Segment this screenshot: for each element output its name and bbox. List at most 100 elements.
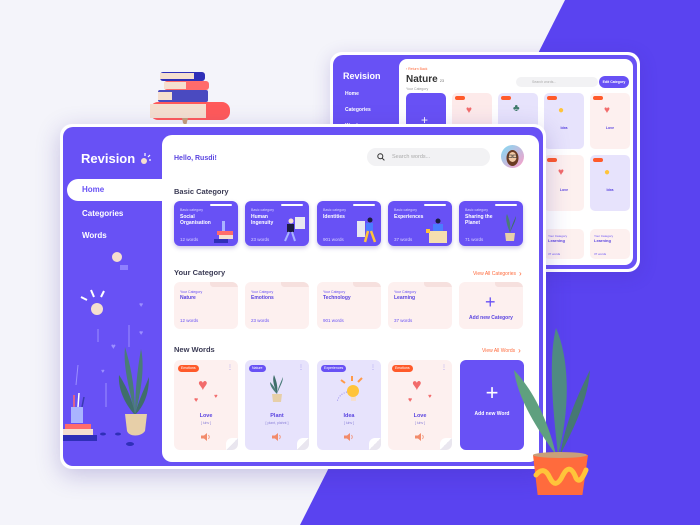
word-tag: Emotions (178, 365, 199, 372)
card-count: 23 words (251, 318, 270, 323)
word-card[interactable]: Nature ⋮ Plant [ plant, plahnt ] (245, 360, 309, 450)
card-label: Basic category (251, 208, 274, 212)
svg-text:♥: ♥ (198, 377, 208, 394)
edit-category-button[interactable]: Edit Category (599, 76, 629, 88)
back-tag (593, 158, 603, 162)
back-search-input[interactable]: Search words... (516, 77, 598, 87)
back-tag (501, 96, 511, 100)
your-category-card[interactable]: Your Category Technology 901 words (317, 282, 381, 329)
svg-text:♥: ♥ (111, 342, 116, 351)
word-pronunciation: [ luhv ] (343, 421, 355, 425)
card-label: Your Category (323, 290, 346, 294)
back-word-card[interactable]: ♥ Love (590, 93, 630, 149)
speaker-icon[interactable] (415, 433, 425, 441)
card-name: Sharing the Planet (465, 214, 493, 226)
word-tag: Experiences (321, 365, 347, 372)
card-name: Learning (394, 295, 416, 301)
card-label: Basic category (465, 208, 488, 212)
svg-text:♥: ♥ (139, 330, 143, 337)
heart-icon: ♥ (604, 105, 610, 116)
speaker-icon[interactable] (201, 433, 211, 441)
back-nav-home[interactable]: Home (345, 91, 359, 97)
basic-category-card[interactable]: Basic category Experiences 37 words (388, 201, 452, 246)
more-options-icon[interactable]: ⋮ (441, 364, 447, 371)
word-card[interactable]: Experiences ⋮ Idea [ luhv ] (317, 360, 381, 450)
back-learning-card[interactable]: Your Category Learning 37 words (590, 229, 630, 259)
your-category-card[interactable]: Your Category Nature 12 words (174, 282, 238, 329)
svg-text:♥: ♥ (214, 394, 218, 400)
back-nav-categories[interactable]: Categories (345, 107, 371, 113)
books-pencil-icon (214, 221, 233, 243)
word-pronunciation: [ plant, plahnt ] (265, 421, 289, 425)
more-options-icon[interactable]: ⋮ (298, 364, 304, 371)
word-name: Plant (270, 413, 284, 419)
back-logo: Revision (343, 71, 381, 81)
card-name: Social Organisation (180, 214, 211, 226)
lightbulb-icon (336, 376, 363, 403)
heart-icon: ♥♥ ♥ (194, 377, 218, 404)
large-plant-illustration (514, 328, 590, 495)
card-count: 37 words (394, 237, 413, 242)
sidebar-item-home[interactable]: Home (67, 179, 163, 201)
search-input[interactable]: Search words... (367, 148, 490, 166)
card-count: 901 words (323, 318, 344, 323)
view-all-categories-link[interactable]: View All Categories › (473, 269, 522, 278)
word-card[interactable]: Emotions ⋮ ♥ ♥ ♥ Love [ luhv ] (388, 360, 452, 450)
basic-category-card[interactable]: Basic category Identities 901 words (317, 201, 381, 246)
new-words-title: New Words (174, 345, 215, 354)
more-options-icon[interactable]: ⋮ (227, 364, 233, 371)
plant-illustration (118, 347, 149, 436)
svg-text:♥: ♥ (408, 397, 412, 404)
speaker-icon[interactable] (344, 433, 354, 441)
back-tag (547, 158, 557, 162)
potted-plant-icon (505, 214, 516, 241)
person-whiteboard-icon (284, 217, 305, 242)
basic-category-card[interactable]: Basic category Sharing the Planet 71 words (459, 201, 523, 246)
heart-icon: ♥ (466, 105, 472, 116)
lightbulb-icon: ● (558, 105, 565, 116)
chevron-right-icon: › (519, 269, 522, 278)
user-avatar-icon (506, 150, 519, 166)
your-category-card[interactable]: Your Category Emotions 23 words (245, 282, 309, 329)
avatar[interactable] (501, 145, 524, 168)
back-word-card[interactable]: ♥ Love (544, 155, 584, 211)
svg-text:♥: ♥ (428, 394, 432, 400)
sidebar-item-categories[interactable]: Categories (67, 203, 163, 225)
back-word-card[interactable]: ● Idea (544, 93, 584, 149)
books-illustration (150, 72, 230, 126)
speaker-icon[interactable] (272, 433, 282, 441)
svg-text:♥: ♥ (101, 369, 105, 375)
plant-icon (270, 375, 283, 402)
svg-text:♥: ♥ (194, 397, 198, 404)
word-pronunciation: [ luhv ] (414, 421, 426, 425)
card-name: Human Ingenuity (251, 214, 274, 226)
back-learning-card[interactable]: Your Category Learning 37 words (544, 229, 584, 259)
search-placeholder: Search words... (392, 154, 431, 160)
word-card[interactable]: Emotions ⋮ ♥ ♥ ♥ Love [ luhv ] (174, 360, 238, 450)
card-label: Your Category (180, 290, 203, 294)
back-lcard-count: 37 words (594, 252, 607, 256)
word-name: Love (413, 413, 427, 419)
word-tag: Nature (249, 365, 266, 372)
card-label: Basic category (180, 208, 203, 212)
back-title-text: Nature (406, 74, 438, 85)
card-count: 12 words (180, 318, 199, 323)
your-category-card[interactable]: Your Category Learning 37 words (388, 282, 452, 329)
more-options-icon[interactable]: ⋮ (370, 364, 376, 371)
return-back-label: Return Back (408, 67, 428, 71)
back-lcard-name: Learning (548, 238, 565, 243)
plus-icon: + (485, 292, 496, 312)
basic-category-card[interactable]: Basic category Social Organisation 12 word… (174, 201, 238, 246)
sidebar-illustration: ♥ ♥ ♥ ♥ (63, 252, 149, 446)
card-name: Emotions (251, 295, 274, 301)
person-box-icon (426, 218, 447, 243)
back-word-card[interactable]: ● Idea (590, 155, 630, 211)
lightbulb-logo-icon (141, 152, 152, 164)
main-window: Revision Home Categories Words ♥ ♥ ♥ ♥ H… (60, 124, 546, 469)
basic-category-card[interactable]: Basic category Human Ingenuity 23 words (245, 201, 309, 246)
return-back-link[interactable]: ‹ Return Back (406, 67, 427, 71)
card-count: 71 words (465, 237, 484, 242)
heart-icon: ♥ (558, 167, 564, 178)
back-count: 23 (439, 78, 445, 83)
card-label: Your Category (251, 290, 274, 294)
